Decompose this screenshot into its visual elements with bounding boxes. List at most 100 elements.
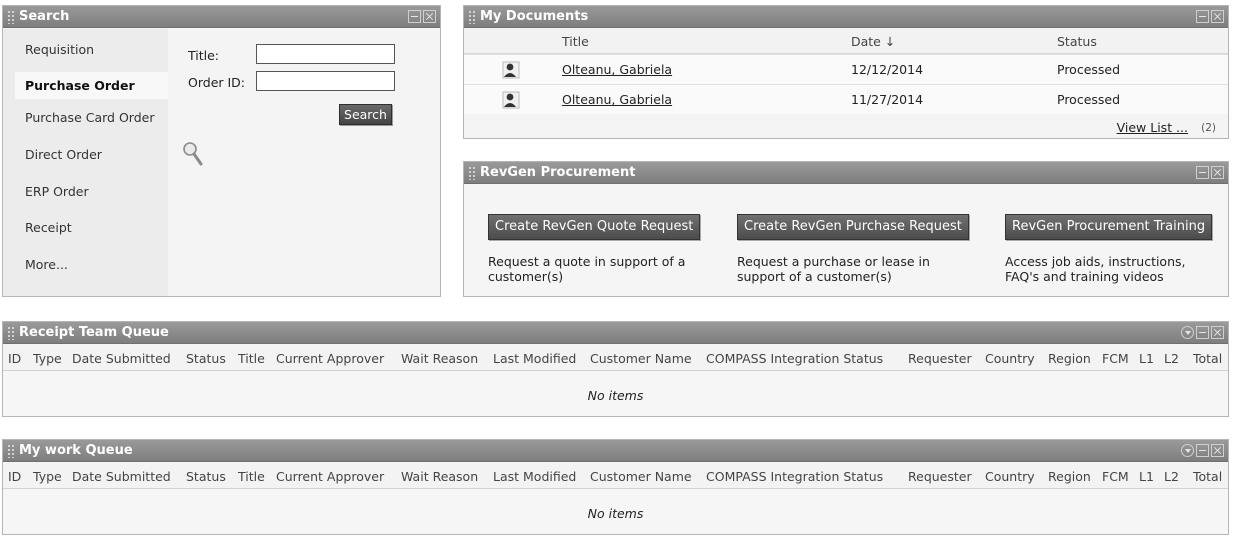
receipt-queue-header[interactable]: Receipt Team Queue	[3, 322, 1228, 344]
create-purchase-request-button[interactable]: Create RevGen Purchase Request	[737, 214, 969, 240]
grip-icon[interactable]	[468, 166, 476, 180]
order-id-label: Order ID:	[188, 75, 246, 90]
purchase-request-description: Request a purchase or lease in support o…	[737, 254, 930, 284]
work-queue-title: My work Queue	[19, 443, 133, 458]
column-customer-name[interactable]: Customer Name	[590, 351, 692, 366]
column-status[interactable]: Status	[186, 469, 226, 484]
order-id-input[interactable]	[256, 71, 395, 91]
sidebar-item-erp-order[interactable]: ERP Order	[25, 184, 89, 199]
minimize-icon[interactable]	[408, 10, 421, 23]
column-type[interactable]: Type	[33, 351, 62, 366]
grip-icon[interactable]	[468, 10, 476, 24]
person-icon	[502, 61, 520, 79]
search-panel-header[interactable]: Search	[3, 6, 440, 28]
column-l1[interactable]: L1	[1139, 351, 1154, 366]
column-status[interactable]: Status	[186, 351, 226, 366]
document-date: 12/12/2014	[851, 62, 924, 77]
column-l1[interactable]: L1	[1139, 469, 1154, 484]
document-title-link[interactable]: Olteanu, Gabriela	[562, 92, 672, 107]
column-total[interactable]: Total	[1193, 469, 1222, 484]
sidebar-item-more[interactable]: More...	[25, 257, 68, 272]
column-requester[interactable]: Requester	[908, 469, 972, 484]
column-date-submitted[interactable]: Date Submitted	[72, 469, 171, 484]
close-icon[interactable]	[423, 10, 436, 23]
work-queue-columns: ID Type Date Submitted Status Title Curr…	[3, 463, 1228, 489]
minimize-icon[interactable]	[1196, 326, 1209, 339]
view-list-link[interactable]: View List ...	[1117, 120, 1188, 135]
column-id[interactable]: ID	[8, 351, 21, 366]
grip-icon[interactable]	[7, 444, 15, 458]
column-id[interactable]: ID	[8, 469, 21, 484]
sidebar-item-requisition[interactable]: Requisition	[25, 42, 94, 57]
person-icon	[502, 91, 520, 109]
close-icon[interactable]	[1211, 10, 1224, 23]
close-icon[interactable]	[1211, 444, 1224, 457]
column-current-approver[interactable]: Current Approver	[276, 351, 384, 366]
document-count: (2)	[1201, 122, 1216, 134]
column-fcm[interactable]: FCM	[1102, 351, 1129, 366]
column-l2[interactable]: L2	[1164, 469, 1179, 484]
column-status[interactable]: Status	[1057, 34, 1097, 49]
column-country[interactable]: Country	[985, 469, 1035, 484]
sidebar-item-purchase-order[interactable]: Purchase Order	[15, 72, 168, 99]
search-panel-title: Search	[19, 9, 70, 24]
column-wait-reason[interactable]: Wait Reason	[401, 469, 478, 484]
search-sidebar: Requisition Purchase Order Purchase Card…	[3, 29, 168, 296]
search-panel: Search Requisition Purchase Order Purcha…	[2, 5, 441, 297]
table-row: Olteanu, Gabriela 12/12/2014 Processed	[464, 54, 1228, 84]
column-customer-name[interactable]: Customer Name	[590, 469, 692, 484]
revgen-header[interactable]: RevGen Procurement	[464, 162, 1228, 184]
receipt-queue-title: Receipt Team Queue	[19, 325, 169, 340]
sidebar-item-purchase-card-order[interactable]: Purchase Card Order	[25, 110, 154, 125]
document-title-link[interactable]: Olteanu, Gabriela	[562, 62, 672, 77]
minimize-icon[interactable]	[1196, 444, 1209, 457]
column-last-modified[interactable]: Last Modified	[493, 469, 576, 484]
document-status: Processed	[1057, 62, 1121, 77]
column-current-approver[interactable]: Current Approver	[276, 469, 384, 484]
column-l2[interactable]: L2	[1164, 351, 1179, 366]
sidebar-item-receipt[interactable]: Receipt	[25, 220, 72, 235]
column-country[interactable]: Country	[985, 351, 1035, 366]
column-title[interactable]: Title	[238, 469, 265, 484]
column-type[interactable]: Type	[33, 469, 62, 484]
column-requester[interactable]: Requester	[908, 351, 972, 366]
column-compass-integration-status[interactable]: COMPASS Integration Status	[706, 469, 883, 484]
grip-icon[interactable]	[7, 10, 15, 24]
table-row: Olteanu, Gabriela 11/27/2014 Processed	[464, 84, 1228, 114]
column-title[interactable]: Title	[238, 351, 265, 366]
column-region[interactable]: Region	[1048, 351, 1091, 366]
minimize-icon[interactable]	[1196, 166, 1209, 179]
receipt-queue-columns: ID Type Date Submitted Status Title Curr…	[3, 345, 1228, 371]
column-wait-reason[interactable]: Wait Reason	[401, 351, 478, 366]
revgen-body: Create RevGen Quote Request Request a qu…	[464, 185, 1228, 296]
create-quote-request-button[interactable]: Create RevGen Quote Request	[488, 214, 701, 240]
quote-request-description: Request a quote in support of a customer…	[488, 254, 686, 284]
sidebar-item-direct-order[interactable]: Direct Order	[25, 147, 102, 162]
column-date-submitted[interactable]: Date Submitted	[72, 351, 171, 366]
search-button[interactable]: Search	[339, 104, 392, 125]
column-last-modified[interactable]: Last Modified	[493, 351, 576, 366]
my-documents-title: My Documents	[480, 9, 589, 24]
column-region[interactable]: Region	[1048, 469, 1091, 484]
title-input[interactable]	[256, 44, 395, 64]
column-fcm[interactable]: FCM	[1102, 469, 1129, 484]
dropdown-icon[interactable]	[1181, 326, 1194, 339]
column-title[interactable]: Title	[562, 34, 589, 49]
document-status: Processed	[1057, 92, 1121, 107]
procurement-training-button[interactable]: RevGen Procurement Training	[1005, 214, 1213, 240]
column-compass-integration-status[interactable]: COMPASS Integration Status	[706, 351, 883, 366]
document-date: 11/27/2014	[851, 92, 924, 107]
dropdown-icon[interactable]	[1181, 444, 1194, 457]
close-icon[interactable]	[1211, 326, 1224, 339]
grip-icon[interactable]	[7, 326, 15, 340]
column-date[interactable]: Date ↓	[851, 34, 895, 49]
title-label: Title:	[188, 48, 219, 63]
magnifier-icon	[183, 142, 203, 166]
close-icon[interactable]	[1211, 166, 1224, 179]
minimize-icon[interactable]	[1196, 10, 1209, 23]
revgen-procurement-panel: RevGen Procurement Create RevGen Quote R…	[463, 161, 1229, 297]
search-form: Title: Order ID: Search	[168, 29, 440, 296]
work-queue-header[interactable]: My work Queue	[3, 440, 1228, 462]
my-documents-header[interactable]: My Documents	[464, 6, 1228, 28]
column-total[interactable]: Total	[1193, 351, 1222, 366]
